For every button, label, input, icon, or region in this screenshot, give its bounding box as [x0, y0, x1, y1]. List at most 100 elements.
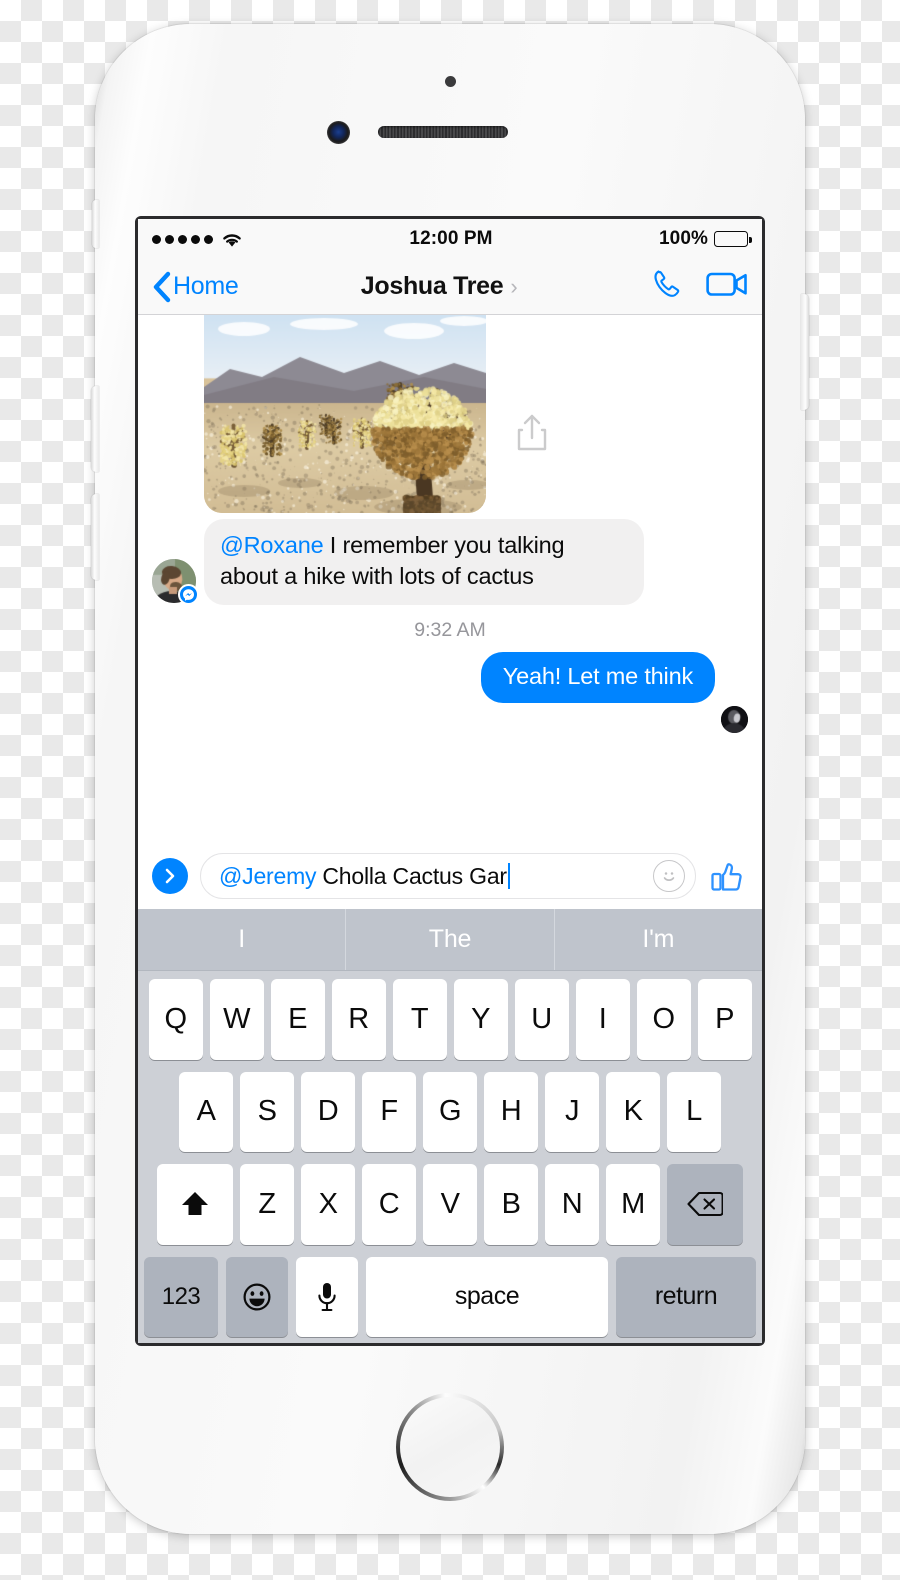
message-timestamp: 9:32 AM: [152, 619, 748, 642]
emoji-keyboard-key[interactable]: [226, 1257, 288, 1338]
volume-up-button[interactable]: [91, 386, 99, 472]
key-s[interactable]: S: [240, 1072, 294, 1153]
key-i[interactable]: I: [576, 979, 630, 1060]
key-t[interactable]: T: [393, 979, 447, 1060]
input-typed-text: Cholla Cactus Gar: [322, 863, 507, 890]
numbers-key[interactable]: 123: [144, 1257, 218, 1338]
power-button[interactable]: [801, 294, 809, 410]
photo-message-row: [152, 315, 748, 513]
suggestion-2[interactable]: I'm: [554, 909, 762, 970]
nav-actions: [650, 267, 748, 306]
proximity-sensor-icon: [445, 76, 456, 87]
key-p[interactable]: P: [698, 979, 752, 1060]
share-upload-icon[interactable]: [516, 414, 548, 457]
wifi-icon: [221, 231, 243, 248]
onscreen-keyboard: I The I'm Q W E R T Y U I O P A S D F G …: [138, 909, 762, 1343]
iphone-device-frame: 12:00 PM 100% Home Joshua Tree › @Roxane…: [95, 24, 805, 1534]
backspace-delete-icon: [687, 1190, 723, 1218]
message-composer: @Jeremy Cholla Cactus Gar: [138, 843, 762, 909]
smiley-face-icon[interactable]: [653, 860, 685, 892]
key-c[interactable]: C: [362, 1164, 416, 1245]
key-e[interactable]: E: [271, 979, 325, 1060]
navigation-bar: Home Joshua Tree ›: [138, 259, 762, 315]
key-b[interactable]: B: [484, 1164, 538, 1245]
chevron-right-send-icon: [162, 866, 178, 886]
shift-arrow-up-icon: [179, 1189, 211, 1219]
key-a[interactable]: A: [179, 1072, 233, 1153]
key-j[interactable]: J: [545, 1072, 599, 1153]
smiley-keyboard-icon: [242, 1282, 272, 1312]
suggestion-0[interactable]: I: [138, 909, 345, 970]
key-w[interactable]: W: [210, 979, 264, 1060]
key-g[interactable]: G: [423, 1072, 477, 1153]
back-to-home-button[interactable]: Home: [152, 271, 239, 303]
microphone-icon: [316, 1281, 338, 1313]
key-k[interactable]: K: [606, 1072, 660, 1153]
key-z[interactable]: Z: [240, 1164, 294, 1245]
mute-switch-button[interactable]: [92, 200, 99, 248]
message-input-field[interactable]: @Jeremy Cholla Cactus Gar: [200, 853, 696, 899]
battery-icon: [714, 231, 748, 247]
key-h[interactable]: H: [484, 1072, 538, 1153]
home-button-inner: [400, 1397, 500, 1497]
mention-roxane[interactable]: @Roxane: [220, 532, 323, 558]
key-f[interactable]: F: [362, 1072, 416, 1153]
status-bar: 12:00 PM 100%: [138, 219, 762, 259]
outgoing-message-bubble[interactable]: Yeah! Let me think: [481, 652, 715, 703]
avatar[interactable]: [152, 559, 196, 603]
incoming-message-bubble[interactable]: @Roxane I remember you talking about a h…: [204, 519, 644, 605]
keyboard-row-1: Q W E R T Y U I O P: [142, 979, 758, 1060]
key-o[interactable]: O: [637, 979, 691, 1060]
chevron-right-icon: ›: [510, 274, 517, 300]
cactus-photo: [204, 315, 486, 513]
keyboard-row-4: 123 space return: [142, 1257, 758, 1338]
thread-title-button[interactable]: Joshua Tree ›: [229, 272, 651, 301]
signal-strength-icon: [152, 235, 213, 244]
phone-call-icon[interactable]: [650, 267, 684, 306]
backspace-key[interactable]: [667, 1164, 743, 1245]
outgoing-message-row: Yeah! Let me think: [152, 652, 748, 703]
status-bar-time: 12:00 PM: [243, 228, 659, 250]
shift-key[interactable]: [157, 1164, 233, 1245]
key-v[interactable]: V: [423, 1164, 477, 1245]
key-r[interactable]: R: [332, 979, 386, 1060]
thumbs-up-icon[interactable]: [708, 856, 748, 896]
key-m[interactable]: M: [606, 1164, 660, 1245]
predictive-suggestion-bar: I The I'm: [138, 909, 762, 971]
video-camera-icon[interactable]: [706, 269, 748, 304]
screen-bezel: 12:00 PM 100% Home Joshua Tree › @Roxane…: [135, 216, 765, 1346]
incoming-message-text: @Roxane I remember you talking about a h…: [220, 530, 628, 592]
phone-screen: 12:00 PM 100% Home Joshua Tree › @Roxane…: [138, 219, 762, 1343]
key-n[interactable]: N: [545, 1164, 599, 1245]
key-x[interactable]: X: [301, 1164, 355, 1245]
seen-by-avatar: [721, 706, 748, 733]
keyboard-row-2: A S D F G H J K L: [142, 1072, 758, 1153]
open-more-actions-button[interactable]: [152, 858, 188, 894]
battery-percent-label: 100%: [659, 228, 708, 250]
message-input-value: @Jeremy Cholla Cactus Gar: [219, 863, 653, 890]
conversation-thread[interactable]: @Roxane I remember you talking about a h…: [138, 315, 762, 843]
photo-message-bubble[interactable]: [204, 315, 486, 513]
earpiece-speaker: [378, 126, 508, 138]
mention-jeremy: @Jeremy: [219, 863, 316, 890]
suggestion-1[interactable]: The: [345, 909, 553, 970]
incoming-message-row: @Roxane I remember you talking about a h…: [152, 519, 748, 605]
home-button[interactable]: [396, 1393, 504, 1501]
text-cursor: [508, 863, 510, 889]
key-q[interactable]: Q: [149, 979, 203, 1060]
status-bar-right: 100%: [659, 228, 748, 250]
keyboard-keys: Q W E R T Y U I O P A S D F G H J K L Z …: [138, 971, 762, 1343]
keyboard-row-3: Z X C V B N M: [142, 1164, 758, 1245]
page-title: Joshua Tree: [361, 272, 504, 301]
key-u[interactable]: U: [515, 979, 569, 1060]
key-d[interactable]: D: [301, 1072, 355, 1153]
front-camera-icon: [327, 121, 350, 144]
space-key[interactable]: space: [366, 1257, 608, 1338]
messenger-bolt-icon: [178, 584, 199, 605]
key-y[interactable]: Y: [454, 979, 508, 1060]
key-l[interactable]: L: [667, 1072, 721, 1153]
dictation-key[interactable]: [296, 1257, 358, 1338]
return-key[interactable]: return: [616, 1257, 756, 1338]
volume-down-button[interactable]: [91, 494, 99, 580]
chevron-left-icon: [152, 271, 171, 303]
